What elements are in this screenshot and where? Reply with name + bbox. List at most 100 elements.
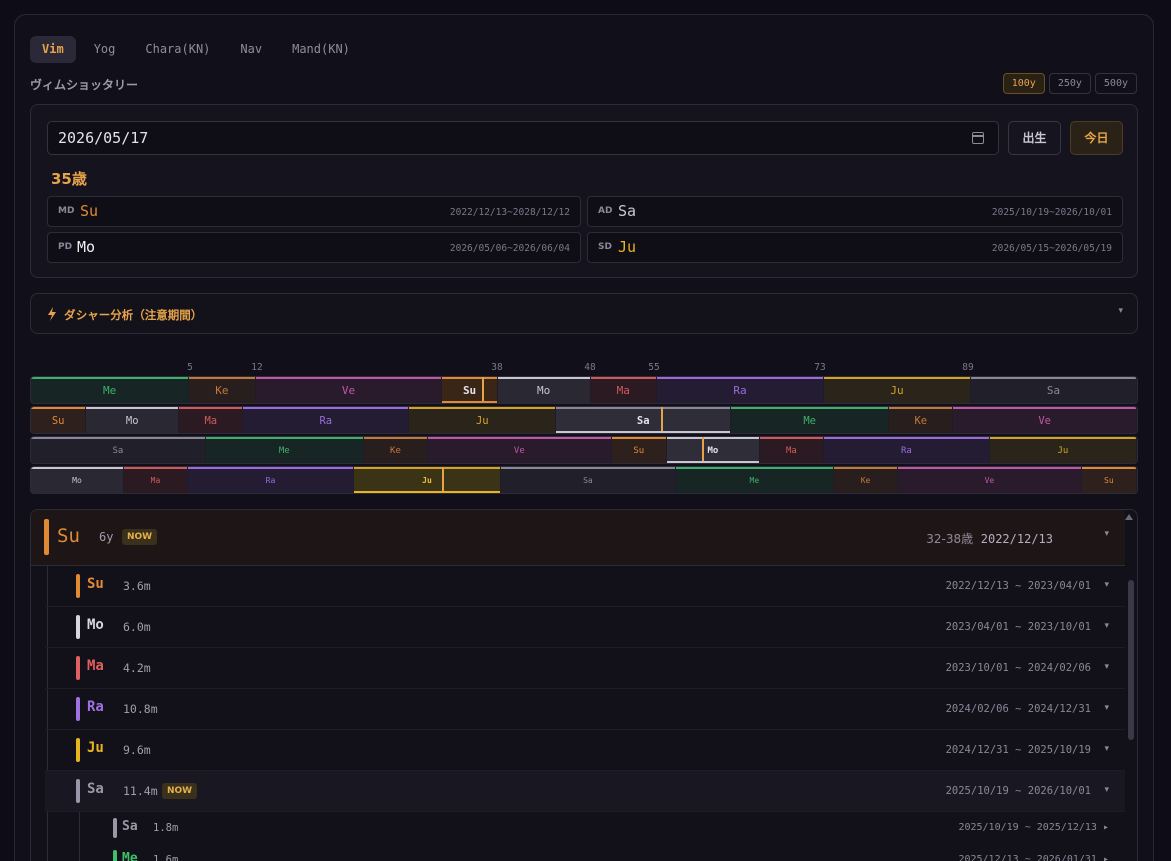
antar-range: 2023/04/01 ~ 2023/10/01 (945, 621, 1091, 633)
dashar-title: ダシャー分析（注意期間） (64, 308, 203, 322)
planet-color-bar (113, 850, 117, 861)
timeline-segment-label: Ra (733, 384, 747, 397)
timeline-segment-ju[interactable]: Ju (409, 407, 557, 433)
timeline-segment-ma[interactable]: Ma (123, 467, 189, 493)
timeline-segment-ju[interactable]: Ju (353, 467, 502, 493)
antar-range: 2025/10/19 ~ 2026/10/01 (945, 785, 1091, 797)
antar-dasa-row[interactable]: Ju 9.6m 2024/12/31 ~ 2025/10/19 ▾ (45, 730, 1125, 771)
timeline-segment-sa[interactable]: Sa (971, 377, 1137, 403)
age-tick: 5 (187, 362, 193, 373)
system-tabs: Vim Yog Chara(KN) Nav Mand(KN) (30, 36, 362, 63)
timeline-segment-ma[interactable]: Ma (759, 437, 824, 463)
today-button[interactable]: 今日 (1070, 121, 1123, 155)
timeline-segment-su[interactable]: Su (1081, 467, 1137, 493)
timeline-segment-ma[interactable]: Ma (179, 407, 244, 433)
timeline-segment-label: Su (51, 415, 65, 427)
timeline-segment-ra[interactable]: Ra (243, 407, 410, 433)
timeline-segment-me[interactable]: Me (675, 467, 834, 493)
timeline-segment-mo[interactable]: Mo (497, 377, 591, 403)
chevron-down-icon: ▾ (1104, 580, 1109, 590)
antar-dasa-box: AD Sa 2025/10/19~2026/10/01 (587, 196, 1123, 227)
timeline-segment-ra[interactable]: Ra (188, 467, 354, 493)
scroll-up-arrow[interactable] (1125, 514, 1133, 520)
tab-chara[interactable]: Chara(KN) (133, 36, 222, 63)
timeline-segment-ju[interactable]: Ju (989, 437, 1137, 463)
timeline-segment-ke[interactable]: Ke (363, 437, 429, 463)
timeline-segment-ju[interactable]: Ju (824, 377, 972, 403)
timeline-segment-mo[interactable]: Mo (86, 407, 180, 433)
antar-planet: Ju (87, 740, 104, 756)
antar-planet: Mo (87, 617, 104, 633)
calendar-icon[interactable] (972, 132, 984, 144)
antar-dasa-row[interactable]: Su 3.6m 2022/12/13 ~ 2023/04/01 ▾ (45, 566, 1125, 607)
timeline-segment-label: Su (462, 384, 477, 397)
chevron-down-icon: ▾ (1104, 621, 1109, 631)
antar-dasa-row[interactable]: Ma 4.2m 2023/10/01 ~ 2024/02/06 ▾ (45, 648, 1125, 689)
timeline-segment-me[interactable]: Me (31, 377, 190, 403)
timeline-segment-me[interactable]: Me (731, 407, 890, 433)
tab-yog[interactable]: Yog (82, 36, 128, 63)
timeline-segment-ke[interactable]: Ke (833, 467, 899, 493)
planet-color-bar (76, 779, 80, 803)
timeline-segment-label: Me (749, 476, 760, 485)
antar-dasa-row[interactable]: Sa 11.4m NOW 2025/10/19 ~ 2026/10/01 ▾ (45, 771, 1125, 812)
timeline-segment-label: Ju (890, 384, 904, 397)
range-500y-button[interactable]: 500y (1094, 73, 1137, 94)
timeline-segment-ra[interactable]: Ra (824, 437, 990, 463)
age-tick: 89 (962, 362, 974, 373)
current-time-marker (482, 377, 485, 403)
pratyantar-dasa-box: PD Mo 2026/05/06~2026/06/04 (47, 232, 581, 263)
pratyantar-duration: 1.6m (153, 854, 179, 861)
range-100y-button[interactable]: 100y (1002, 73, 1045, 94)
antar-duration: 11.4m (123, 784, 158, 798)
tab-vim[interactable]: Vim (30, 36, 76, 63)
dasa-level-label: PD (58, 242, 73, 252)
timeline-segment-su[interactable]: Su (31, 407, 87, 433)
timeline-segment-sa[interactable]: Sa (556, 407, 732, 433)
timeline-segment-ve[interactable]: Ve (255, 377, 443, 403)
timeline-antar-row: Su Mo Ma Ra Ju Sa Me Ke Ve (30, 406, 1138, 434)
timeline-segment-label: Ju (1057, 446, 1069, 456)
maha-dasa-row[interactable]: Su 6y NOW 32-38歳 2022/12/13 ▾ (31, 510, 1125, 566)
timeline-segment-label: Ra (265, 476, 276, 485)
timeline-segment-mo[interactable]: Mo (666, 437, 760, 463)
date-input[interactable]: 2026/05/17 (47, 121, 999, 155)
timeline-segment-ma[interactable]: Ma (590, 377, 657, 403)
antar-duration: 10.8m (123, 702, 158, 716)
chevron-down-icon: ▾ (1104, 703, 1109, 713)
timeline-segment-ve[interactable]: Ve (428, 437, 612, 463)
timeline-segment-su[interactable]: Su (442, 377, 498, 403)
tab-nav[interactable]: Nav (228, 36, 274, 63)
timeline-segment-me[interactable]: Me (205, 437, 364, 463)
pratyantar-planet: Sa (122, 819, 138, 834)
dasa-planet: Ju (618, 238, 637, 256)
timeline-segment-label: Mo (125, 415, 139, 427)
birth-button[interactable]: 出生 (1008, 121, 1061, 155)
antar-planet: Sa (87, 781, 104, 797)
timeline-segment-su[interactable]: Su (611, 437, 667, 463)
scrollbar-thumb[interactable] (1128, 580, 1134, 740)
antar-dasa-row[interactable]: Ra 10.8m 2024/02/06 ~ 2024/12/31 ▾ (45, 689, 1125, 730)
range-250y-button[interactable]: 250y (1048, 73, 1091, 94)
timeline-segment-label: Ke (860, 476, 871, 485)
timeline-segment-label: Mo (537, 384, 551, 397)
pratyantar-dasa-row[interactable]: Sa 1.8m 2025/10/19 ~ 2025/12/13 ▸ (113, 812, 1125, 844)
dashar-analysis-toggle[interactable]: ダシャー分析（注意期間） ▾ (30, 293, 1138, 334)
timeline-segment-ke[interactable]: Ke (889, 407, 954, 433)
timeline-segment-label: Su (633, 446, 645, 456)
range-selector: 100y 250y 500y (1002, 73, 1137, 94)
timeline-segment-mo[interactable]: Mo (31, 467, 124, 493)
antar-dasa-row[interactable]: Mo 6.0m 2023/04/01 ~ 2023/10/01 ▾ (45, 607, 1125, 648)
timeline-segment-sa[interactable]: Sa (501, 467, 676, 493)
chevron-down-icon: ▾ (1104, 662, 1109, 672)
timeline-segment-label: Ma (616, 384, 630, 397)
timeline-segment-ve[interactable]: Ve (898, 467, 1082, 493)
timeline-segment-ve[interactable]: Ve (953, 407, 1137, 433)
timeline-segment-ra[interactable]: Ra (656, 377, 824, 403)
timeline-segment-ke[interactable]: Ke (189, 377, 256, 403)
antar-planet: Ma (87, 658, 104, 674)
pratyantar-dasa-row[interactable]: Me 1.6m 2025/12/13 ~ 2026/01/31 ▸ (113, 844, 1125, 861)
tab-mand[interactable]: Mand(KN) (280, 36, 362, 63)
planet-color-bar (44, 519, 49, 555)
timeline-segment-sa[interactable]: Sa (31, 437, 206, 463)
